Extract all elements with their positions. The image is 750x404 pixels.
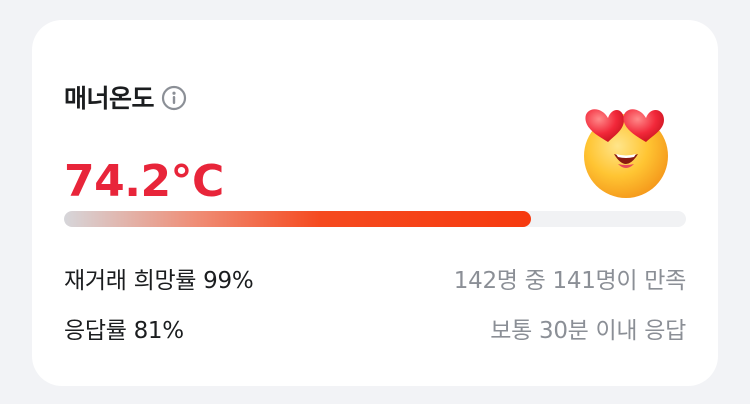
retrade-rate-description: 142명 중 141명이 만족 bbox=[453, 268, 687, 294]
manner-title: 매너온도 bbox=[64, 83, 155, 113]
response-rate-label: 응답률 81% bbox=[64, 318, 184, 344]
retrade-rate-label: 재거래 희망률 99% bbox=[64, 268, 254, 294]
temperature-gauge-fill bbox=[64, 211, 531, 227]
manner-temperature-card: 매너온도 74.2°C 재거래 희망률 99% 142명 중 141명이 만족 … bbox=[32, 20, 718, 386]
temperature-value: 74.2°C bbox=[64, 156, 224, 207]
stat-row-response: 응답률 81% 보통 30분 이내 응답 bbox=[64, 312, 686, 344]
response-rate-description: 보통 30분 이내 응답 bbox=[490, 318, 686, 344]
stat-row-retrade: 재거래 희망률 99% 142명 중 141명이 만족 bbox=[64, 262, 686, 294]
info-icon[interactable] bbox=[160, 84, 188, 112]
heart-eyes-face-icon bbox=[578, 94, 676, 206]
temperature-gauge bbox=[64, 211, 686, 227]
manner-title-row: 매너온도 bbox=[64, 78, 188, 118]
